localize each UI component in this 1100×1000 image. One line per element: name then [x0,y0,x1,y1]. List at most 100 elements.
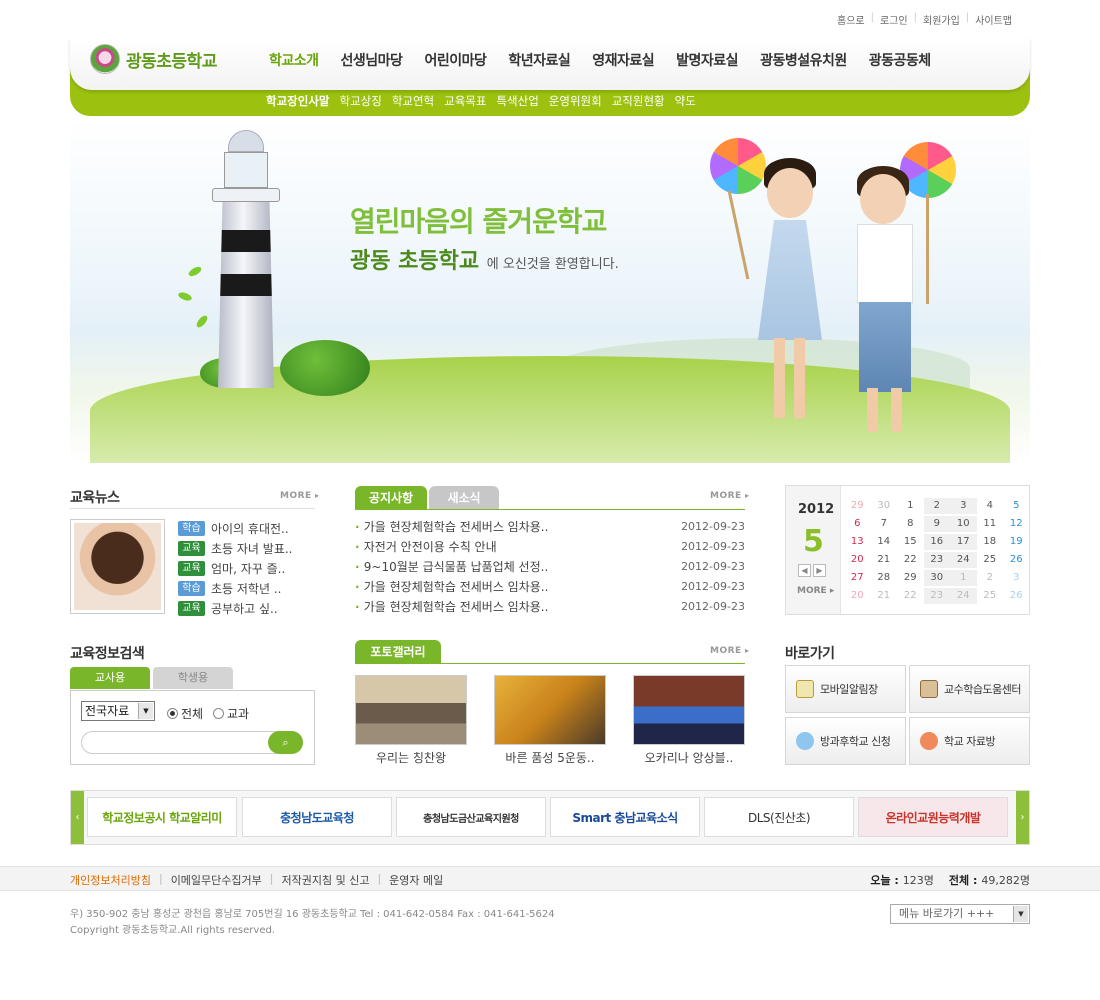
calendar-day[interactable]: 21 [871,588,898,604]
calendar-day[interactable]: 2 [977,570,1004,586]
calendar-day[interactable]: 4 [977,498,1004,514]
list-item[interactable]: 가을 현장체험학습 전세버스 임차용.. 2012-09-23 [355,596,745,616]
subnav-item[interactable]: 학교상징 [339,93,381,109]
calendar-day[interactable]: 20 [844,588,871,604]
calendar-day[interactable]: 30 [923,570,950,586]
gallery-item[interactable]: 바른 품성 5운동.. [494,675,606,766]
nav-item[interactable]: 광동공동체 [858,50,942,70]
calendar-day[interactable]: 22 [897,588,924,604]
calendar-more-link[interactable]: MORE ▸ [797,586,834,596]
footer-link-admin-mail[interactable]: 운영자 메일 [389,872,443,888]
quick-link-archive[interactable]: 학교 자료방 [909,716,1030,765]
banner-link[interactable]: 온라인교원능력개발 [858,797,1008,837]
login-link[interactable]: 로그인 [880,12,908,27]
calendar-day[interactable]: 8 [897,516,924,532]
radio-subject[interactable]: 교과 [213,705,249,722]
tab-teacher[interactable]: 교사용 [70,667,150,689]
calendar-day[interactable]: 18 [977,534,1004,550]
list-item[interactable]: 학습 아이의 휴대전.. [178,518,318,538]
subnav-item[interactable]: 운영위원회 [549,93,602,109]
menu-jump-select[interactable]: 메뉴 바로가기 +++ ▼ [890,904,1030,924]
subnav-item[interactable]: 학교장인사말 [266,93,329,109]
nav-item[interactable]: 학년자료실 [497,50,581,70]
tab-notice[interactable]: 공지사항 [355,486,427,510]
quick-link-mobile-notice[interactable]: 모바일알림장 [785,665,906,713]
calendar-day[interactable]: 17 [950,534,977,550]
banner-link[interactable]: 충청남도금산교육지원청 [396,797,546,837]
list-item[interactable]: 교육 공부하고 싶.. [178,598,318,618]
calendar-day[interactable]: 12 [1003,516,1030,532]
radio-all[interactable]: 전체 [167,705,203,722]
sitemap-link[interactable]: 사이트맵 [975,12,1012,27]
list-item[interactable]: 9~10월분 급식물품 납품업체 선정.. 2012-09-23 [355,556,745,576]
list-item[interactable]: 교육 엄마, 자꾸 즐.. [178,558,318,578]
calendar-day[interactable]: 24 [950,588,977,604]
banner-link[interactable]: 충청남도교육청 [242,797,392,837]
calendar-day[interactable]: 20 [844,552,871,568]
calendar-day[interactable]: 5 [1003,498,1030,514]
calendar-day[interactable]: 28 [871,570,898,586]
banner-link[interactable]: 학교정보공시 학교알리미 [87,797,237,837]
calendar-day[interactable]: 26 [1003,552,1030,568]
calendar-day[interactable]: 14 [871,534,898,550]
calendar-day[interactable]: 3 [1003,570,1030,586]
footer-link-email-refusal[interactable]: 이메일무단수집거부 [171,872,262,888]
calendar-day[interactable]: 26 [1003,588,1030,604]
calendar-day[interactable]: 29 [844,498,871,514]
subnav-item[interactable]: 특색산업 [496,93,538,109]
calendar-day[interactable]: 19 [1003,534,1030,550]
calendar-day[interactable]: 3 [950,498,977,514]
calendar-day[interactable]: 23 [923,552,950,568]
calendar-day[interactable]: 1 [950,570,977,586]
list-item[interactable]: 교육 초등 자녀 발표.. [178,538,318,558]
calendar-day[interactable]: 25 [977,588,1004,604]
calendar-day[interactable]: 21 [871,552,898,568]
nav-item[interactable]: 발명자료실 [665,50,749,70]
banner-link[interactable]: Smart 충남교육소식 [550,797,700,837]
subnav-item[interactable]: 학교연혁 [392,93,434,109]
join-link[interactable]: 회원가입 [923,12,960,27]
list-item[interactable]: 학습 초등 저학년 .. [178,578,318,598]
chevron-left-icon[interactable]: ‹ [71,791,84,844]
calendar-day[interactable]: 13 [844,534,871,550]
list-item[interactable]: 가을 현장체험학습 전세버스 임차용.. 2012-09-23 [355,516,745,536]
calendar-day[interactable]: 27 [844,570,871,586]
home-link[interactable]: 홈으로 [837,12,865,27]
footer-link-copyright[interactable]: 저작권지침 및 신고 [282,872,370,888]
prev-month-icon[interactable]: ◀ [798,564,811,577]
chevron-right-icon[interactable]: › [1016,791,1029,844]
gallery-item[interactable]: 오카리나 앙상블.. [633,675,745,766]
tab-student[interactable]: 학생용 [153,667,233,689]
calendar-day[interactable]: 22 [897,552,924,568]
subnav-item[interactable]: 약도 [675,93,696,109]
quick-link-teaching-center[interactable]: 교수학습도움센터 [909,665,1030,713]
calendar-day[interactable]: 11 [977,516,1004,532]
calendar-day[interactable]: 1 [897,498,924,514]
news-more-link[interactable]: MORE [280,491,320,501]
calendar-day[interactable]: 24 [950,552,977,568]
gallery-more-link[interactable]: MORE [710,646,750,656]
calendar-day[interactable]: 2 [923,498,950,514]
calendar-day[interactable]: 23 [923,588,950,604]
footer-link-privacy[interactable]: 개인정보처리방침 [70,872,151,888]
logo[interactable]: 광동초등학교 [90,44,217,74]
calendar-day[interactable]: 25 [977,552,1004,568]
subnav-item[interactable]: 교육목표 [444,93,486,109]
calendar-day[interactable]: 16 [923,534,950,550]
next-month-icon[interactable]: ▶ [813,564,826,577]
nav-item[interactable]: 선생님마당 [330,50,414,70]
nav-item[interactable]: 영재자료실 [581,50,665,70]
gallery-item[interactable]: 우리는 칭찬왕 [355,675,467,766]
calendar-day[interactable]: 6 [844,516,871,532]
calendar-day[interactable]: 29 [897,570,924,586]
tab-news[interactable]: 새소식 [429,486,499,510]
calendar-day[interactable]: 10 [950,516,977,532]
list-item[interactable]: 자전거 안전이용 수칙 안내 2012-09-23 [355,536,745,556]
nav-item[interactable]: 광동병설유치원 [749,50,858,70]
quick-link-afterschool[interactable]: 방과후학교 신청 [785,716,906,765]
nav-item[interactable]: 어린이마당 [413,50,497,70]
nav-item[interactable]: 학교소개 [258,50,330,70]
region-select[interactable]: 전국자료 ▼ [81,701,155,721]
calendar-day[interactable]: 30 [871,498,898,514]
news-thumbnail[interactable] [70,519,165,614]
